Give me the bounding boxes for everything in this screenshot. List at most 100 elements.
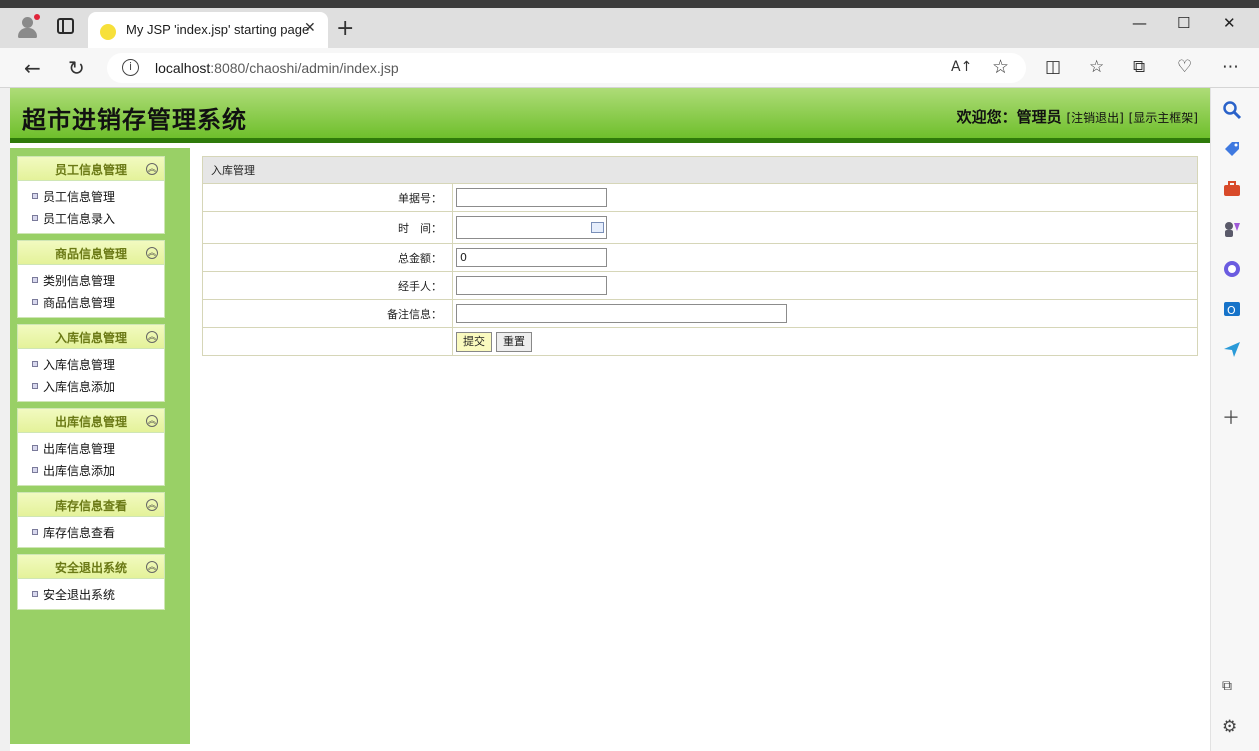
show-main-frame-link[interactable]: [显示主框架] [1129, 111, 1198, 125]
menu-item[interactable]: 出库信息添加 [18, 459, 164, 481]
menu-header[interactable]: 出库信息管理 ︽ [18, 409, 164, 433]
collapse-chevron-icon[interactable]: ︽ [146, 163, 158, 175]
send-icon[interactable] [1222, 339, 1242, 359]
collections-icon[interactable]: ⧉ [1133, 59, 1145, 76]
menu-title: 商品信息管理 [55, 247, 128, 261]
menu-title: 安全退出系统 [55, 561, 128, 575]
menu-item[interactable]: 类别信息管理 [18, 269, 164, 291]
reload-icon[interactable]: ↻ [68, 58, 85, 78]
remark-input[interactable] [456, 304, 787, 323]
collapse-chevron-icon[interactable]: ︽ [146, 415, 158, 427]
main-content: 入库管理 单据号： 时 间： 总金额： 0 经手人： 备注信息： 提交 重置 [202, 156, 1198, 356]
handler-input[interactable] [456, 276, 607, 295]
menu-item[interactable]: 库存信息查看 [18, 521, 164, 543]
stock-in-form: 入库管理 单据号： 时 间： 总金额： 0 经手人： 备注信息： 提交 重置 [202, 156, 1198, 356]
address-bar[interactable]: i localhost:8080/chaoshi/admin/index.jsp… [107, 53, 1026, 83]
url-host: localhost [155, 60, 211, 76]
actions-spacer [202, 327, 453, 356]
time-input[interactable] [456, 216, 607, 239]
collapse-chevron-icon[interactable]: ︽ [146, 331, 158, 343]
read-aloud-icon[interactable]: A↑ [951, 59, 972, 75]
menu-title: 员工信息管理 [55, 163, 128, 177]
bullet-icon [32, 361, 38, 367]
copilot-icon[interactable] [1222, 259, 1242, 279]
shopping-tag-icon[interactable] [1222, 139, 1242, 159]
submit-button[interactable]: 提交 [456, 331, 492, 352]
search-icon[interactable] [1222, 100, 1242, 120]
menu-header[interactable]: 库存信息查看 ︽ [18, 493, 164, 517]
menu-item-label: 入库信息管理 [43, 358, 116, 372]
collapse-chevron-icon[interactable]: ︽ [146, 247, 158, 259]
bullet-icon [32, 591, 38, 597]
close-window-button[interactable]: ✕ [1223, 14, 1236, 32]
total-amount-label: 总金额： [202, 243, 453, 272]
collapse-chevron-icon[interactable]: ︽ [146, 499, 158, 511]
menu-item-label: 库存信息查看 [43, 526, 116, 540]
menu-goods: 商品信息管理 ︽ 类别信息管理 商品信息管理 [17, 240, 165, 318]
profile-avatar-icon[interactable] [14, 14, 42, 40]
tab-actions-icon[interactable] [57, 18, 74, 34]
favorite-star-icon[interactable]: ☆ [992, 56, 1009, 78]
menu-item[interactable]: 员工信息录入 [18, 207, 164, 229]
menu-item[interactable]: 员工信息管理 [18, 185, 164, 207]
collapse-chevron-icon[interactable]: ︽ [146, 561, 158, 573]
tab-title: My JSP 'index.jsp' starting page [126, 22, 310, 37]
split-screen-icon[interactable]: ◫ [1045, 59, 1061, 76]
menu-header[interactable]: 员工信息管理 ︽ [18, 157, 164, 181]
menu-header[interactable]: 入库信息管理 ︽ [18, 325, 164, 349]
tools-briefcase-icon[interactable] [1222, 179, 1242, 199]
maximize-button[interactable]: ☐ [1177, 14, 1190, 32]
menu-stock-out: 出库信息管理 ︽ 出库信息管理 出库信息添加 [17, 408, 165, 486]
more-menu-icon[interactable]: ⋯ [1222, 59, 1239, 76]
welcome-label: 欢迎您： [956, 108, 1017, 126]
form-caption: 入库管理 [202, 156, 1198, 184]
tab-favicon-icon [100, 24, 116, 40]
calendar-icon[interactable] [591, 222, 604, 233]
menu-header[interactable]: 安全退出系统 ︽ [18, 555, 164, 579]
os-taskbar-strip [0, 0, 1259, 8]
logout-link[interactable]: [注销退出] [1066, 111, 1123, 125]
menu-header[interactable]: 商品信息管理 ︽ [18, 241, 164, 265]
menu-title: 库存信息查看 [55, 499, 128, 513]
menu-item[interactable]: 出库信息管理 [18, 437, 164, 459]
handler-label: 经手人： [202, 271, 453, 300]
menu-item[interactable]: 安全退出系统 [18, 583, 164, 605]
menu-title: 出库信息管理 [55, 415, 128, 429]
menu-item[interactable]: 入库信息管理 [18, 353, 164, 375]
menu-exit: 安全退出系统 ︽ 安全退出系统 [17, 554, 165, 610]
left-menu-panel: 员工信息管理 ︽ 员工信息管理 员工信息录入 商品信息管理 ︽ 类别信息管理 商品信… [10, 148, 190, 744]
new-tab-button[interactable]: + [336, 18, 354, 40]
bullet-icon [32, 529, 38, 535]
back-arrow-icon[interactable]: ← [24, 58, 41, 78]
games-icon[interactable] [1222, 219, 1242, 239]
site-info-icon[interactable]: i [122, 59, 139, 76]
browser-essentials-icon[interactable]: ♡ [1177, 59, 1192, 76]
time-label: 时 间： [202, 211, 453, 244]
favorites-icon[interactable]: ☆ [1089, 59, 1104, 76]
outlook-icon[interactable]: O [1222, 299, 1242, 319]
bill-no-input[interactable] [456, 188, 607, 207]
menu-item[interactable]: 入库信息添加 [18, 375, 164, 397]
tab-close-icon[interactable]: ✕ [304, 20, 316, 36]
minimize-button[interactable]: — [1132, 14, 1147, 32]
reset-button[interactable]: 重置 [496, 331, 532, 352]
menu-item[interactable]: 商品信息管理 [18, 291, 164, 313]
settings-gear-icon[interactable]: ⚙ [1222, 717, 1242, 737]
total-amount-input[interactable]: 0 [456, 248, 607, 267]
app-frame: 超市进销存管理系统 欢迎您：管理员 [注销退出] [显示主框架] 员工信息管理 ︽… [10, 88, 1210, 744]
user-name: 管理员 [1016, 108, 1062, 126]
menu-item-label: 员工信息管理 [43, 190, 116, 204]
menu-item-label: 员工信息录入 [43, 212, 116, 226]
menu-title: 入库信息管理 [55, 331, 128, 345]
url-path: :8080/chaoshi/admin/index.jsp [210, 60, 399, 76]
add-sidebar-icon[interactable]: ＋ [1222, 404, 1242, 429]
bill-no-label: 单据号： [202, 183, 453, 212]
bullet-icon [32, 193, 38, 199]
menu-item-label: 入库信息添加 [43, 380, 116, 394]
menu-inventory: 库存信息查看 ︽ 库存信息查看 [17, 492, 165, 548]
url-text[interactable]: localhost:8080/chaoshi/admin/index.jsp [155, 60, 399, 76]
menu-employee: 员工信息管理 ︽ 员工信息管理 员工信息录入 [17, 156, 165, 234]
bullet-icon [32, 299, 38, 305]
external-link-icon[interactable]: ⧉ [1222, 678, 1242, 698]
browser-tab-active[interactable]: My JSP 'index.jsp' starting page ✕ [88, 12, 328, 48]
